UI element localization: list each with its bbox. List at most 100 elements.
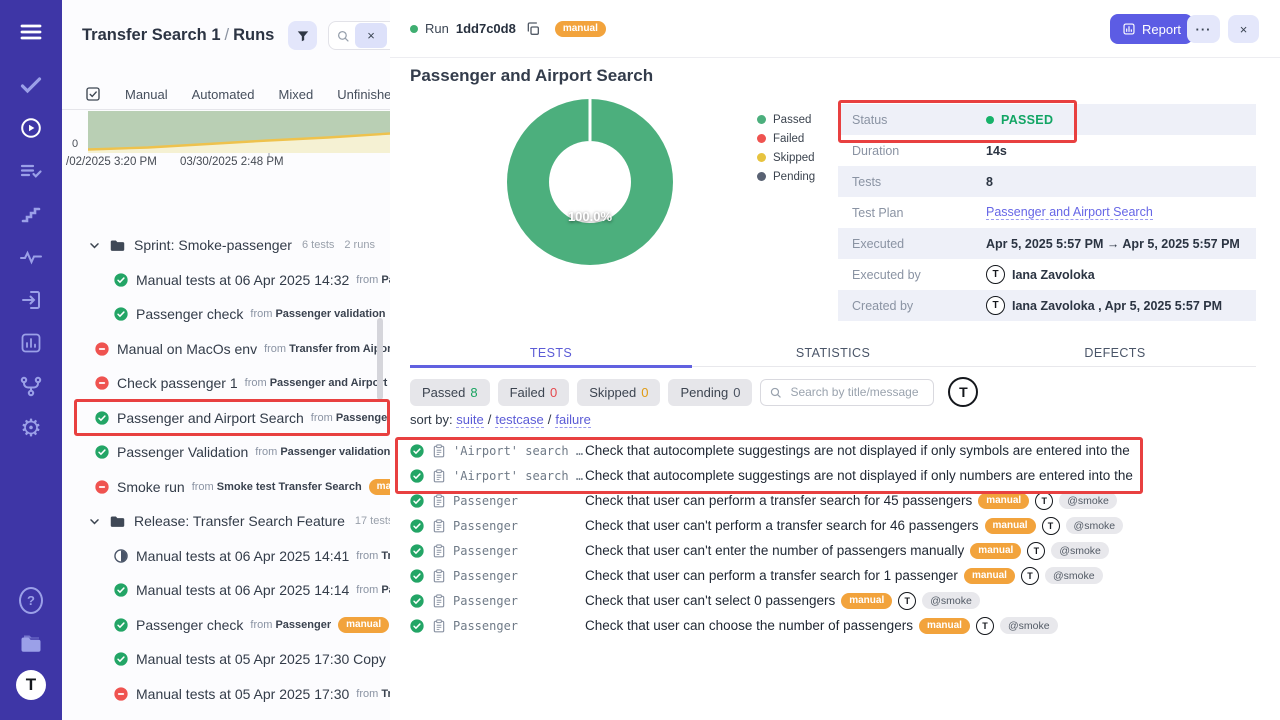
runs-tab-unfinished[interactable]: Unfinished <box>337 87 391 102</box>
copy-icon[interactable] <box>525 21 541 37</box>
manual-badge: manual <box>369 479 390 495</box>
smoke-tag: @smoke <box>1000 617 1058 634</box>
run-status-dot <box>410 25 418 33</box>
tests-search-input[interactable] <box>788 384 925 400</box>
test-row[interactable]: 'Airport' search …Check that autocomplet… <box>410 438 1270 463</box>
tab-defects[interactable]: DEFECTS <box>974 339 1256 366</box>
tree-run-item[interactable]: Passenger Validationfrom Passenger valid… <box>62 435 390 470</box>
scrollbar-thumb[interactable] <box>377 318 383 400</box>
detail-row: ExecutedApr 5, 2025 5:57 PM → Apr 5, 202… <box>838 228 1256 259</box>
report-chart-icon <box>1122 22 1136 36</box>
clipboard-icon <box>432 494 446 508</box>
milestones-stairs-icon[interactable] <box>19 202 43 226</box>
folder-meta: 17 tests <box>355 515 390 527</box>
test-row[interactable]: PassengerCheck that user can't perform a… <box>410 513 1270 538</box>
filter-passed-button[interactable]: Passed8 <box>410 379 490 406</box>
tree-run-item[interactable]: Smoke runfrom Smoke test Transfer Search… <box>62 470 390 505</box>
filter-pending-button[interactable]: Pending0 <box>668 379 752 406</box>
run-label: Manual tests at 06 Apr 2025 14:14 <box>136 582 349 598</box>
test-title: Check that autocomplete suggestings are … <box>585 468 1133 483</box>
runs-history-chart <box>88 111 390 153</box>
breadcrumb-project[interactable]: Transfer Search 1 <box>82 26 221 44</box>
legend-label: Failed <box>773 133 804 145</box>
folder-label: Sprint: Smoke-passenger <box>134 237 292 253</box>
tree-folder-item[interactable]: Sprint: Smoke-passenger6 tests2 runs <box>62 228 390 263</box>
runs-play-icon[interactable] <box>19 116 43 140</box>
tree-run-item[interactable]: Passenger checkfrom Passenger validation… <box>62 297 390 332</box>
filter-button[interactable] <box>288 21 317 50</box>
test-title-wrap: Check that autocomplete suggestings are … <box>585 443 1130 458</box>
clear-search-button[interactable]: × <box>355 23 387 48</box>
breadcrumb-page: Runs <box>233 26 274 44</box>
detail-value: TIana Zavoloka <box>986 265 1095 284</box>
test-title-wrap: Check that user can't perform a transfer… <box>585 517 1123 535</box>
test-row[interactable]: PassengerCheck that user can perform a t… <box>410 488 1270 513</box>
detail-label: Status <box>838 113 986 127</box>
runs-tab-manual[interactable]: Manual <box>125 87 168 102</box>
clipboard-icon <box>432 519 446 533</box>
tree-run-item[interactable]: Passenger checkfrom Passengermanual6 <box>62 608 390 643</box>
tree-run-item[interactable]: Manual tests at 05 Apr 2025 17:30 Copyfr… <box>62 642 390 677</box>
runs-tab-automated[interactable]: Automated <box>192 87 255 102</box>
detail-row: Test PlanPassenger and Airport Search <box>838 197 1256 228</box>
close-run-button[interactable]: × <box>1228 15 1259 43</box>
import-icon[interactable] <box>19 288 43 312</box>
tree-run-item[interactable]: Passenger and Airport Searchfrom Passeng… <box>62 401 390 436</box>
select-all-icon[interactable] <box>85 86 101 102</box>
manual-badge: manual <box>970 543 1021 559</box>
clipboard-icon <box>432 594 446 608</box>
run-source: from Pass <box>356 274 390 286</box>
detail-row: Executed byTIana Zavoloka <box>838 259 1256 290</box>
run-info: Run 1dd7c0d8 manual <box>410 0 606 57</box>
tests-check-icon[interactable] <box>19 73 43 97</box>
detail-value: PASSED <box>986 113 1053 127</box>
test-row[interactable]: PassengerCheck that user can choose the … <box>410 613 1270 638</box>
tests-search-box[interactable] <box>760 379 934 406</box>
settings-gear-icon[interactable]: ⚙ <box>19 417 43 441</box>
filter-failed-button[interactable]: Failed0 <box>498 379 570 406</box>
user-avatar[interactable]: T <box>948 377 978 407</box>
more-actions-button[interactable]: ··· <box>1187 15 1220 43</box>
test-row[interactable]: PassengerCheck that user can perform a t… <box>410 563 1270 588</box>
test-row[interactable]: PassengerCheck that user can't select 0 … <box>410 588 1270 613</box>
tree-run-item[interactable]: Manual on MacOs envfrom Transfer from Ai… <box>62 332 390 367</box>
runs-tab-mixed[interactable]: Mixed <box>279 87 314 102</box>
workspace-logo[interactable]: T <box>16 670 46 700</box>
tree-run-item[interactable]: Manual tests at 06 Apr 2025 14:41from Tr… <box>62 539 390 574</box>
pulse-activity-icon[interactable] <box>19 245 43 269</box>
test-plan-link[interactable]: Passenger and Airport Search <box>986 205 1153 220</box>
sort-by-testcase[interactable]: testcase <box>495 412 543 428</box>
chevron-down-icon[interactable] <box>88 239 101 252</box>
tree-run-item[interactable]: Manual tests at 06 Apr 2025 14:14from Pa… <box>62 573 390 608</box>
results-donut-chart: 100.0% <box>507 99 673 265</box>
run-status-passed-icon <box>114 652 128 666</box>
analytics-chart-icon[interactable] <box>19 331 43 355</box>
tab-statistics[interactable]: STATISTICS <box>692 339 974 366</box>
tab-tests[interactable]: TESTS <box>410 339 692 366</box>
filter-skipped-button[interactable]: Skipped0 <box>577 379 660 406</box>
test-title: Check that user can perform a transfer s… <box>585 568 958 583</box>
plans-list-check-icon[interactable] <box>19 159 43 183</box>
projects-folder-icon[interactable] <box>19 631 43 655</box>
sort-by-failure[interactable]: failure <box>555 412 590 428</box>
test-row[interactable]: 'Airport' search …Check that autocomplet… <box>410 463 1270 488</box>
test-status-passed-icon <box>410 494 424 508</box>
folder-icon <box>109 513 126 530</box>
folder-label: Release: Transfer Search Feature <box>134 513 345 529</box>
tree-run-item[interactable]: Manual tests at 06 Apr 2025 14:4 <box>62 711 390 720</box>
branch-icon[interactable] <box>19 374 43 398</box>
tree-folder-item[interactable]: Release: Transfer Search Feature 17 tests… <box>62 504 390 539</box>
tree-run-item[interactable]: Manual tests at 05 Apr 2025 17:30from Tr… <box>62 677 390 712</box>
menu-icon[interactable] <box>19 20 43 44</box>
test-status-passed-icon <box>410 444 424 458</box>
report-button[interactable]: Report <box>1110 14 1193 44</box>
folder-meta: 6 tests <box>302 239 334 251</box>
legend-dot <box>757 115 766 124</box>
tree-run-item[interactable]: Check passenger 1from Passenger and Airp… <box>62 366 390 401</box>
clipboard-icon <box>432 469 446 483</box>
chevron-down-icon[interactable] <box>88 515 101 528</box>
test-row[interactable]: PassengerCheck that user can't enter the… <box>410 538 1270 563</box>
help-icon[interactable]: ? <box>19 588 43 612</box>
sort-by-suite[interactable]: suite <box>456 412 483 428</box>
tree-run-item[interactable]: Manual tests at 06 Apr 2025 14:32from Pa… <box>62 263 390 298</box>
